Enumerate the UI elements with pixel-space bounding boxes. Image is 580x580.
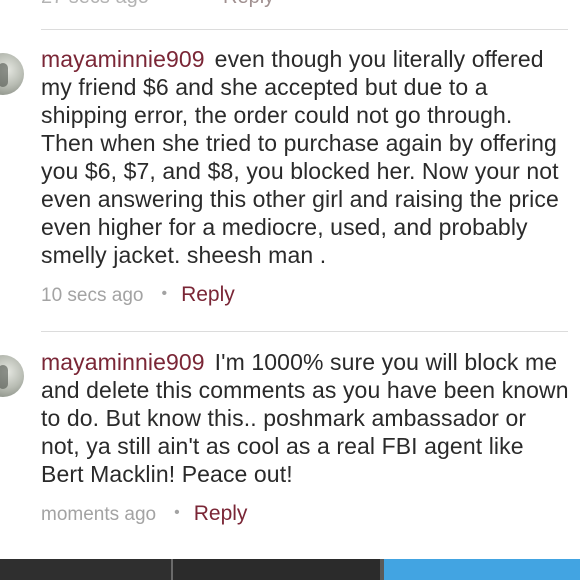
comment-meta: 10 secs ago • Reply: [41, 283, 235, 307]
comment-username[interactable]: mayaminnie909: [41, 46, 205, 72]
comment-body: mayaminnie909 even though you literally o…: [41, 45, 569, 269]
comment-time: moments ago: [41, 504, 157, 525]
comment-divider: [41, 331, 568, 332]
user-avatar[interactable]: [0, 53, 24, 95]
separator-dot-icon: •: [174, 504, 180, 521]
bottom-action-bar: [0, 559, 580, 580]
previous-comment-meta: 27 secs ago Reply: [41, 0, 274, 9]
previous-comment-reply-button[interactable]: Reply: [223, 0, 274, 9]
bottom-bar-primary-button[interactable]: [384, 559, 580, 580]
previous-comment-time: 27 secs ago: [41, 0, 149, 8]
bottom-bar-left-button[interactable]: [0, 559, 171, 580]
reply-button[interactable]: Reply: [194, 502, 248, 525]
comment-body: mayaminnie909 I'm 1000% sure you will blo…: [41, 348, 569, 488]
separator-dot-icon: •: [161, 285, 168, 302]
comments-screen: 27 secs ago Reply mayaminnie909even thou…: [0, 0, 580, 580]
reply-button[interactable]: Reply: [181, 283, 235, 306]
comment-divider: [41, 29, 568, 30]
comment-time: 10 secs ago: [41, 285, 144, 306]
comment-text: even though you literally offered my fri…: [41, 46, 559, 268]
comment-meta: moments ago • Reply: [41, 502, 247, 526]
comment-username[interactable]: mayaminnie909: [41, 349, 205, 375]
bottom-bar-middle-button[interactable]: [173, 559, 380, 580]
user-avatar[interactable]: [0, 355, 24, 397]
